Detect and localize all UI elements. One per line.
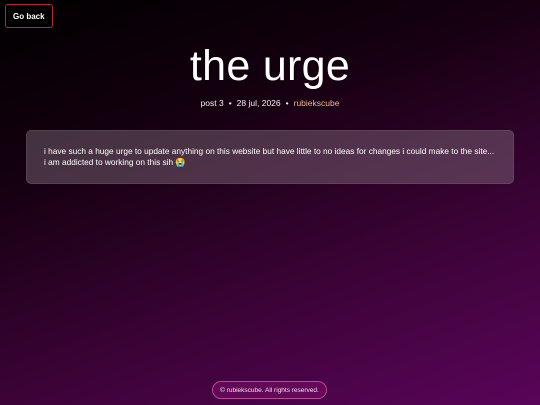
go-back-button[interactable]: Go back [5, 4, 53, 28]
post-meta: post 3 • 28 jul, 2026 • rubiekscube [0, 98, 540, 108]
meta-separator: • [285, 98, 289, 108]
post-body-text: i have such a huge urge to update anythi… [44, 146, 495, 167]
post-body-card: i have such a huge urge to update anythi… [26, 130, 514, 184]
post-number: post 3 [200, 98, 224, 108]
post-date: 28 jul, 2026 [236, 98, 281, 108]
footer-copyright: © rubiekscube. All rights reserved. [212, 381, 327, 399]
page-title: the urge [189, 42, 351, 90]
meta-separator: • [228, 98, 232, 108]
author-link[interactable]: rubiekscube [294, 98, 340, 108]
